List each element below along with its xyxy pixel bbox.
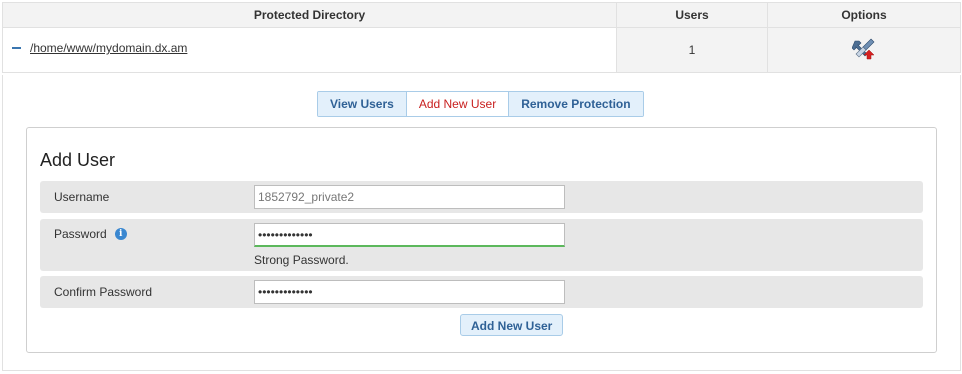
- password-label-text: Password: [54, 227, 107, 241]
- confirm-password-row: Confirm Password: [40, 276, 923, 308]
- password-strength-text: Strong Password.: [254, 253, 349, 267]
- options-cell: [767, 27, 961, 73]
- tab-bar: View Users Add New User Remove Protectio…: [317, 91, 644, 117]
- directory-link[interactable]: /home/www/mydomain.dx.am: [30, 41, 187, 55]
- tab-view-users[interactable]: View Users: [318, 92, 406, 116]
- collapse-icon[interactable]: [12, 47, 21, 49]
- form-title: Add User: [40, 150, 116, 170]
- password-row: Password i Strong Password.: [40, 219, 923, 271]
- header-protected-directory: Protected Directory: [2, 2, 617, 28]
- tools-icon[interactable]: [851, 37, 876, 64]
- password-input[interactable]: [254, 223, 565, 247]
- username-label-text: Username: [54, 190, 110, 204]
- info-icon[interactable]: i: [114, 228, 127, 240]
- tab-remove-protection[interactable]: Remove Protection: [508, 92, 643, 116]
- header-users: Users: [616, 2, 768, 28]
- confirm-password-label: Confirm Password: [54, 285, 152, 299]
- tab-add-new-user[interactable]: Add New User: [405, 92, 509, 116]
- password-label: Password i: [54, 227, 127, 241]
- confirm-password-input[interactable]: [254, 280, 565, 304]
- table-header-row: Protected Directory Users Options: [2, 2, 961, 28]
- add-new-user-button[interactable]: Add New User: [460, 314, 564, 336]
- username-label: Username: [54, 190, 109, 204]
- username-row: Username: [40, 181, 923, 213]
- add-user-form: Add User Username Password i Strong Pass…: [26, 127, 937, 353]
- confirm-password-label-text: Confirm Password: [54, 285, 153, 299]
- header-options: Options: [767, 2, 961, 28]
- username-input[interactable]: [254, 185, 565, 209]
- content-panel: View Users Add New User Remove Protectio…: [2, 75, 961, 371]
- users-count-cell: 1: [616, 27, 768, 73]
- table-row: /home/www/mydomain.dx.am 1: [2, 27, 961, 73]
- protected-directory-table: Protected Directory Users Options /home/…: [2, 2, 961, 73]
- directory-cell: /home/www/mydomain.dx.am: [2, 27, 617, 73]
